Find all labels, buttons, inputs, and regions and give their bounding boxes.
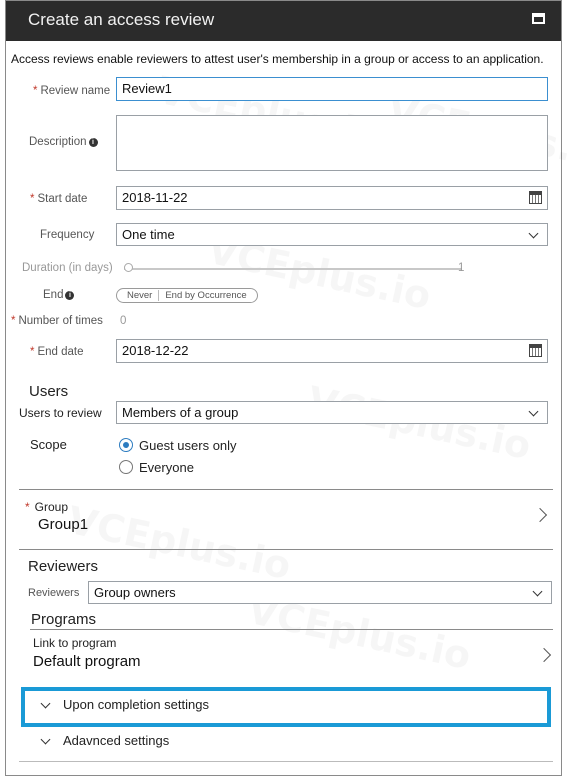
users-to-review-select[interactable]: Members of a group	[116, 401, 548, 424]
chevron-down-icon	[528, 406, 539, 417]
duration-value: 1	[458, 262, 465, 274]
frequency-label: Frequency	[40, 229, 95, 241]
divider	[19, 761, 553, 762]
group-value: Group1	[38, 516, 89, 533]
number-of-times-label: * Number of times	[11, 315, 103, 327]
review-name-input[interactable]: Review1	[116, 77, 548, 101]
divider	[19, 549, 553, 550]
end-option-never[interactable]: Never	[121, 290, 158, 301]
divider	[30, 629, 553, 630]
access-review-panel: VCEplus.io VCEplus.io VCEplus.io VCEplus…	[5, 0, 562, 776]
end-date-value: 2018-12-22	[122, 343, 189, 358]
description-label: Description i	[29, 136, 98, 148]
link-to-program-label: Link to program	[33, 636, 117, 650]
scope-option-guest-label: Guest users only	[139, 438, 237, 453]
window-title: Create an access review	[28, 10, 215, 29]
start-date-label: * Start date	[30, 193, 88, 205]
chevron-down-icon	[40, 734, 51, 745]
chevron-down-icon	[40, 698, 51, 709]
advanced-settings-expander[interactable]: Adavnced settings	[36, 731, 536, 755]
frequency-value: One time	[122, 227, 175, 242]
end-toggle[interactable]: Never End by Occurrence	[116, 288, 258, 303]
title-bar: Create an access review	[6, 1, 561, 41]
end-label: End i	[43, 289, 75, 301]
number-of-times-value[interactable]: 0	[120, 315, 126, 327]
upon-completion-label: Upon completion settings	[63, 697, 209, 712]
users-to-review-label: Users to review	[19, 406, 102, 420]
programs-section-title: Programs	[31, 611, 97, 628]
start-date-value: 2018-11-22	[122, 190, 188, 205]
users-section-title: Users	[29, 383, 69, 400]
reviewers-value: Group owners	[94, 585, 176, 600]
chevron-down-icon	[532, 586, 543, 597]
start-date-input[interactable]: 2018-11-22	[116, 186, 548, 210]
scope-radio-everyone[interactable]	[119, 460, 133, 474]
scope-radio-guest[interactable]	[119, 438, 133, 452]
reviewers-label: Reviewers	[28, 587, 80, 599]
group-picker[interactable]: * Group Group1	[19, 491, 553, 541]
chevron-right-icon	[532, 507, 548, 523]
program-picker[interactable]: Link to program Default program	[30, 631, 553, 675]
upon-completion-expander[interactable]: Upon completion settings	[36, 695, 536, 719]
group-label: * Group	[25, 500, 69, 514]
end-date-label: * End date	[30, 346, 84, 358]
end-date-input[interactable]: 2018-12-22	[116, 339, 548, 363]
program-value: Default program	[33, 653, 141, 670]
duration-slider-thumb[interactable]	[124, 263, 133, 272]
intro-text: Access reviews enable reviewers to attes…	[11, 52, 544, 66]
duration-label: Duration (in days)	[22, 262, 113, 274]
chevron-down-icon	[528, 228, 539, 239]
advanced-settings-label: Adavnced settings	[63, 733, 170, 748]
reviewers-select[interactable]: Group owners	[88, 581, 552, 604]
reviewers-section-title: Reviewers	[28, 558, 99, 575]
description-input[interactable]	[116, 115, 548, 171]
end-option-occurrence[interactable]: End by Occurrence	[158, 290, 252, 301]
chevron-right-icon	[536, 647, 552, 663]
review-name-label: * Review name	[33, 85, 111, 97]
calendar-icon[interactable]	[529, 344, 542, 357]
divider	[19, 489, 553, 490]
users-to-review-value: Members of a group	[122, 405, 239, 420]
duration-slider-track	[124, 268, 462, 270]
maximize-icon[interactable]	[532, 13, 545, 24]
scope-option-everyone-label: Everyone	[139, 460, 194, 475]
frequency-select[interactable]: One time	[116, 223, 548, 246]
info-icon[interactable]: i	[88, 138, 98, 147]
scope-label: Scope	[30, 437, 67, 452]
info-icon[interactable]: i	[65, 291, 75, 300]
calendar-icon[interactable]	[529, 191, 542, 204]
